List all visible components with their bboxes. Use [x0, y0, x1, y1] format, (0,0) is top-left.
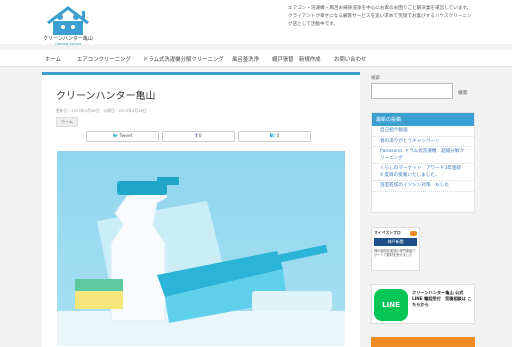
nav-item-aircon[interactable]: エアコンクリーニング [77, 55, 131, 63]
mybestpro-text: 神戸新聞社運営の専門家紹介サイトで取材を受けました [374, 249, 416, 258]
sponge-icon [75, 279, 123, 291]
tweet-label: Tweet [119, 134, 133, 139]
facebook-count: 0 [198, 134, 202, 139]
line-banner[interactable]: LINE クリーンハンター亀山 公式LINE 電話受付 見積相談は こちらから [371, 284, 475, 324]
pro-badge-icon [410, 230, 417, 236]
line-logo-text: LINE [382, 301, 400, 309]
nav-item-bath[interactable]: 風呂釜洗浄 [232, 55, 259, 63]
kobe-shimbun-badge: 神戸新聞 [374, 238, 417, 246]
page: クリーンハンター亀山 Cleaning Service エアコン・洗濯機・風呂お… [0, 0, 512, 347]
hatena-icon: B! [269, 134, 276, 139]
line-logo-icon: LINE [374, 289, 408, 321]
nav-item-drum-washer[interactable]: ドラム式洗濯機分解クリーニング [143, 55, 224, 63]
recent-posts-title: 最新の投稿 [372, 113, 474, 126]
logo-subtitle: Cleaning Service [54, 42, 82, 46]
recent-post-link[interactable]: 浴室乾燥のイソシン対策 もし炎 [372, 181, 474, 192]
nav-item-screen-door[interactable]: 網戸張替 新規作成 [272, 55, 321, 63]
mybestpro-logo: マイベストプロ [374, 230, 401, 235]
logo-title: クリーンハンター亀山 [43, 36, 93, 42]
global-nav: ホーム エアコンクリーニング ドラム式洗濯機分解クリーニング 風呂釜洗浄 網戸張… [0, 50, 512, 67]
mybestpro-banner[interactable]: マイベストプロ 神戸新聞 神戸新聞社運営の専門家紹介サイトで取材を受けました [371, 227, 420, 271]
sidebar-widget-header [371, 337, 475, 347]
facebook-icon: f [195, 134, 198, 139]
recent-post-link[interactable]: 春のありがとうキャンペーン [372, 137, 474, 147]
site-description: エアコン・洗濯機・風呂お掃除洗浄を中心にお家のお困りごと解決業を運営しています。… [288, 6, 472, 27]
tweet-button[interactable]: 🐦 Tweet [86, 131, 159, 142]
line-banner-text: クリーンハンター亀山 公式LINE 電話受付 見積相談は こちらから [412, 290, 472, 307]
hatena-count: 0 [276, 134, 280, 139]
search-button[interactable]: 検索 [458, 89, 468, 96]
facebook-share-button[interactable]: f 0 [162, 131, 235, 142]
category-badge[interactable]: ホーム [56, 117, 78, 127]
post-meta: 更新日：2023年4月28日 公開日：2023年4月18日 [56, 108, 147, 113]
recent-post-link[interactable]: Panasonic ドラム式洗濯機 超級分解クリーニング [372, 147, 474, 164]
recent-post-link[interactable]: くらしのマーケット アワード3年連続 4 度目の受賞いたしました。 [372, 164, 474, 181]
search-input[interactable] [371, 83, 453, 99]
nav-item-contact[interactable]: お問い合わせ [334, 55, 366, 63]
search-label: 検索 [371, 76, 380, 81]
recent-post-link[interactable]: 自己紹介動画 [372, 126, 474, 137]
nav-item-home[interactable]: ホーム [45, 55, 61, 63]
recent-posts-widget: 最新の投稿 自己紹介動画 春のありがとうキャンペーン Panasonic ドラム… [371, 112, 475, 213]
hero-image [57, 151, 345, 346]
main-content: クリーンハンター亀山 更新日：2023年4月28日 公開日：2023年4月18日… [42, 72, 360, 347]
twitter-icon: 🐦 [112, 134, 119, 139]
hatena-bookmark-button[interactable]: B! 0 [238, 131, 311, 142]
site-header: クリーンハンター亀山 Cleaning Service エアコン・洗濯機・風呂お… [0, 0, 512, 46]
logo-text: クリーンハンター亀山 Cleaning Service [40, 35, 96, 46]
post-title: クリーンハンター亀山 [56, 91, 156, 102]
